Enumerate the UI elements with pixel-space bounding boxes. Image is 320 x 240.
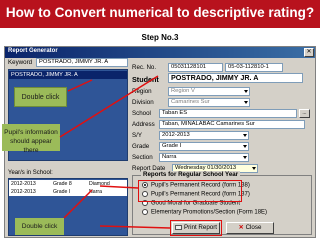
chevron-down-icon[interactable] [243,156,247,159]
chevron-down-icon[interactable] [252,167,256,170]
arrow-to-list [67,79,93,92]
arrow-to-print [99,225,171,229]
chevron-down-icon[interactable] [244,101,248,104]
chevron-down-icon[interactable] [243,145,247,148]
arrow-to-years [63,189,93,219]
arrow-to-student [59,75,159,138]
chevron-down-icon[interactable] [244,90,248,93]
arrow-to-reports [99,185,139,189]
chevron-down-icon[interactable] [243,134,247,137]
annotation-arrows [59,75,171,229]
